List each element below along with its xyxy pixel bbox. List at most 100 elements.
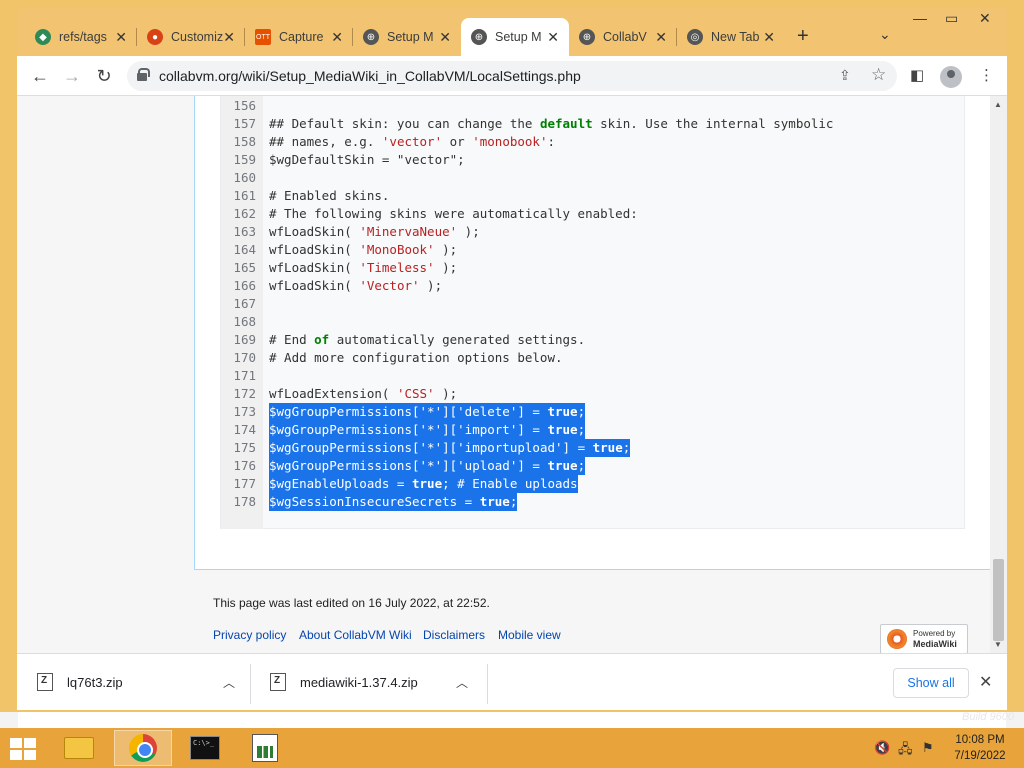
code-text: wfLoadSkin( 'Timeless' );	[269, 260, 458, 275]
lock-icon	[137, 68, 150, 81]
url-text[interactable]: collabvm.org/wiki/Setup_MediaWiki_in_Col…	[159, 68, 581, 84]
line-number: 162	[233, 206, 256, 221]
code-text: $wgSessionInsecureSecrets = true;	[269, 493, 518, 511]
tab-search-chevron-icon[interactable]: ⌄	[879, 26, 891, 43]
line-number: 172	[233, 386, 256, 401]
code-text: $wgDefaultSkin = "vector";	[269, 152, 465, 167]
folder-icon	[64, 737, 94, 759]
network-icon[interactable]: 🖧	[898, 740, 913, 762]
tab-collabvm[interactable]: ⊕ CollabV ✕	[569, 18, 677, 56]
tab-label: New Tab	[711, 30, 760, 44]
close-tab-icon[interactable]: ✕	[439, 29, 451, 46]
line-number: 170	[233, 350, 256, 365]
back-button[interactable]: ←	[29, 66, 51, 87]
download-item-lq76t3[interactable]: lq76t3.zip ︿	[17, 654, 267, 710]
show-all-button[interactable]: Show all	[893, 668, 969, 698]
mobile-view-link[interactable]: Mobile view	[498, 628, 561, 642]
chevron-up-icon[interactable]: ︿	[456, 674, 468, 691]
browser-window: ◆ refs/tags ✕ ● Customiz ✕ OTT Capture ✕…	[0, 0, 1024, 712]
last-edited-text: This page was last edited on 16 July 202…	[213, 596, 490, 610]
code-text: wfLoadSkin( 'MinervaNeue' );	[269, 224, 480, 239]
ott-icon: OTT	[255, 29, 271, 45]
chrome-icon: ◎	[687, 29, 703, 45]
tab-strip: ◆ refs/tags ✕ ● Customiz ✕ OTT Capture ✕…	[17, 8, 1007, 56]
web-icon: ●	[147, 29, 163, 45]
line-number: 176	[233, 458, 256, 473]
page-viewport: 156 157 ## Default skin: you can change th…	[17, 96, 1007, 653]
code-block: 156 157 ## Default skin: you can change th…	[220, 96, 965, 529]
speaker-muted-icon[interactable]: 🔇	[874, 740, 890, 756]
line-number: 174	[233, 422, 256, 437]
browser-frame: ◆ refs/tags ✕ ● Customiz ✕ OTT Capture ✕…	[17, 8, 1007, 710]
close-tab-icon[interactable]: ✕	[763, 29, 775, 46]
download-separator	[487, 664, 488, 704]
about-link[interactable]: About CollabVM Wiki	[299, 628, 412, 642]
scroll-thumb[interactable]	[993, 559, 1004, 641]
tab-setup-mediawiki-active[interactable]: ⊕ Setup M ✕	[461, 18, 569, 56]
tab-capture[interactable]: OTT Capture ✕	[245, 18, 353, 56]
tab-label: refs/tags	[59, 30, 107, 44]
page-scrollbar[interactable]: ▲ ▼	[990, 96, 1007, 653]
globe-icon: ⊕	[363, 29, 379, 45]
download-filename[interactable]: lq76t3.zip	[67, 675, 123, 690]
mediawiki-logo-icon	[887, 629, 907, 649]
line-number: 158	[233, 134, 256, 149]
powered-by-mediawiki-badge[interactable]: Powered by MediaWiki	[880, 624, 968, 653]
tab-label: CollabV	[603, 30, 647, 44]
line-number: 175	[233, 440, 256, 455]
minimize-button[interactable]: —	[913, 10, 927, 26]
line-number: 178	[233, 494, 256, 509]
close-tab-icon[interactable]: ✕	[331, 29, 343, 46]
tab-label: Setup M	[387, 30, 434, 44]
taskbar-task-manager[interactable]	[236, 730, 294, 766]
git-icon: ◆	[35, 29, 51, 45]
side-panel-icon[interactable]: ◧	[910, 66, 924, 84]
close-tab-icon[interactable]: ✕	[223, 29, 235, 46]
browser-toolbar: ← → ↻ collabvm.org/wiki/Setup_MediaWiki_…	[17, 56, 1007, 96]
close-tab-icon[interactable]: ✕	[547, 29, 559, 46]
taskbar-file-explorer[interactable]	[50, 730, 108, 766]
code-text: ## Default skin: you can change the defa…	[269, 116, 834, 131]
code-text: # The following skins were automatically…	[269, 206, 638, 221]
taskbar-chrome[interactable]	[114, 730, 172, 766]
line-number: 169	[233, 332, 256, 347]
address-bar[interactable]: collabvm.org/wiki/Setup_MediaWiki_in_Col…	[127, 61, 897, 91]
code-text: wfLoadExtension( 'CSS' );	[269, 386, 458, 401]
bookmark-star-icon[interactable]: ☆	[871, 65, 886, 85]
taskbar-command-prompt[interactable]: C:\>_	[176, 730, 234, 766]
download-item-mediawiki[interactable]: mediawiki-1.37.4.zip ︿	[250, 654, 500, 710]
start-button[interactable]	[10, 738, 36, 760]
tab-label: Capture	[279, 30, 324, 44]
privacy-policy-link[interactable]: Privacy policy	[213, 628, 286, 642]
close-window-button[interactable]: ✕	[979, 10, 991, 27]
download-filename[interactable]: mediawiki-1.37.4.zip	[300, 675, 418, 690]
globe-icon: ⊕	[471, 29, 487, 45]
terminal-icon: C:\>_	[190, 736, 220, 760]
action-center-icon[interactable]: ⚑	[922, 740, 934, 756]
close-shelf-icon[interactable]: ✕	[979, 672, 992, 692]
scroll-up-arrow-icon[interactable]: ▲	[994, 100, 1002, 109]
line-number: 166	[233, 278, 256, 293]
profile-avatar[interactable]	[940, 66, 962, 88]
download-shelf: lq76t3.zip ︿ mediawiki-1.37.4.zip ︿ Show…	[17, 653, 1007, 710]
share-icon[interactable]: ⇪	[839, 67, 851, 84]
maximize-button[interactable]: ▭	[945, 10, 958, 27]
tab-new-tab[interactable]: ◎ New Tab ✕	[677, 18, 785, 56]
tab-refs-tags[interactable]: ◆ refs/tags ✕	[25, 18, 137, 56]
chevron-up-icon[interactable]: ︿	[223, 674, 235, 691]
code-text: $wgGroupPermissions['*']['importupload']…	[269, 439, 631, 457]
forward-button[interactable]: →	[61, 66, 83, 87]
tab-customiz[interactable]: ● Customiz ✕	[137, 18, 245, 56]
tab-setup-mediawiki[interactable]: ⊕ Setup M ✕	[353, 18, 461, 56]
windows-logo-icon	[24, 750, 36, 760]
scroll-down-arrow-icon[interactable]: ▼	[994, 640, 1002, 649]
line-number: 165	[233, 260, 256, 275]
reload-button[interactable]: ↻	[93, 66, 115, 87]
new-tab-button[interactable]: +	[797, 25, 809, 48]
wiki-content: 156 157 ## Default skin: you can change th…	[194, 96, 990, 570]
menu-kebab-icon[interactable]: ⋮	[979, 66, 994, 84]
disclaimers-link[interactable]: Disclaimers	[423, 628, 485, 642]
close-tab-icon[interactable]: ✕	[655, 29, 667, 46]
close-tab-icon[interactable]: ✕	[115, 29, 127, 46]
system-clock[interactable]: 10:08 PM 7/19/2022	[948, 732, 1012, 764]
